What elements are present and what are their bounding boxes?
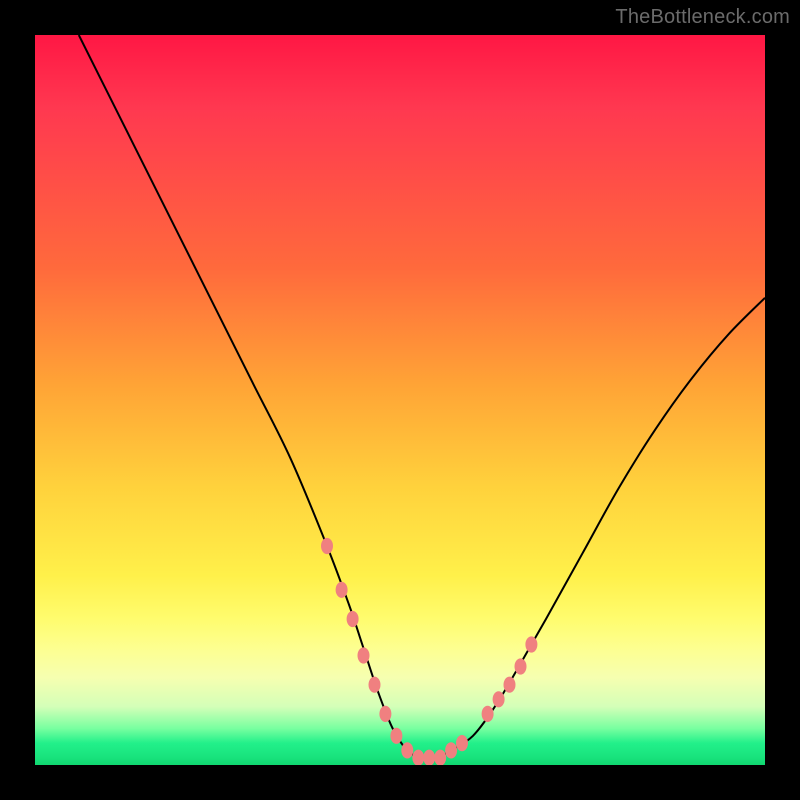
marker-dot [434,750,446,765]
marker-dot [321,538,333,554]
curve-line [79,35,765,759]
marker-dots [321,538,537,765]
marker-dot [412,750,424,765]
marker-dot [358,647,370,663]
marker-dot [401,742,413,758]
marker-dot [456,735,468,751]
plot-area [35,35,765,765]
marker-dot [390,728,402,744]
chart-frame: TheBottleneck.com [0,0,800,800]
marker-dot [525,636,537,652]
marker-dot [493,691,505,707]
marker-dot [379,706,391,722]
marker-dot [336,582,348,598]
marker-dot [445,742,457,758]
marker-dot [504,677,516,693]
marker-dot [482,706,494,722]
marker-dot [369,677,381,693]
main-curve [79,35,765,759]
watermark-text: TheBottleneck.com [615,6,790,29]
chart-overlay [35,35,765,765]
marker-dot [423,750,435,765]
marker-dot [515,658,527,674]
marker-dot [347,611,359,627]
